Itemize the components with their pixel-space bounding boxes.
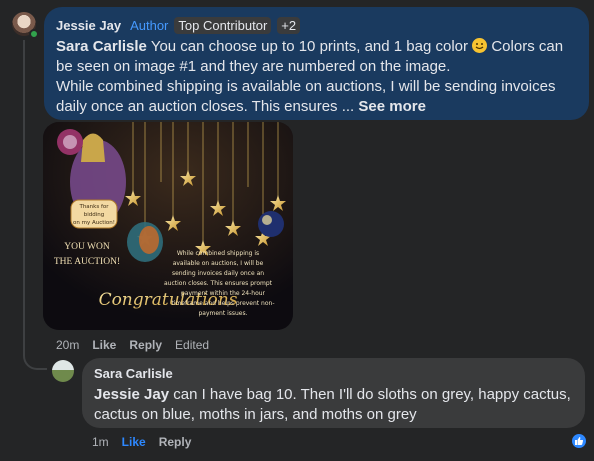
comment-timestamp[interactable]: 20m [56, 338, 79, 352]
thanks-line1: Thanks for [78, 204, 109, 210]
info-line1: While combined shipping is [177, 250, 259, 257]
comment-actions: 20m Like Reply Edited [56, 338, 209, 352]
comment-bubble-sara: Sara Carlisle Jessie Jay can I have bag … [82, 358, 585, 428]
see-more-link[interactable]: See more [358, 98, 426, 115]
comment-image-attachment[interactable]: Thanks for bidding on my Auction! YOU WO… [43, 122, 293, 330]
more-badges-count[interactable]: +2 [277, 16, 301, 34]
mention-jessie-jay[interactable]: Jessie Jay [94, 386, 169, 403]
reply-button[interactable]: Reply [129, 338, 162, 352]
comment-text-part3: While combined shipping is available on … [56, 78, 556, 115]
comment-header: Jessie Jay Author Top Contributor +2 [56, 15, 577, 35]
comment-author-name[interactable]: Jessie Jay [56, 18, 121, 33]
thread-connector [23, 340, 47, 370]
author-badge[interactable]: Author [130, 18, 168, 33]
comment-body: Sara Carlisle You can choose up to 10 pr… [56, 37, 577, 117]
like-reaction-icon[interactable] [570, 432, 588, 450]
smile-emoji-icon [472, 38, 488, 53]
info-line7: payment issues. [198, 310, 247, 317]
reply-timestamp[interactable]: 1m [92, 435, 109, 449]
top-contributor-badge[interactable]: Top Contributor [174, 16, 272, 34]
reply-reply-button[interactable]: Reply [159, 435, 192, 449]
won-line2: THE AUCTION! [54, 257, 120, 267]
info-line3: sending invoices daily once an [172, 270, 264, 277]
thread-line [23, 40, 25, 350]
reply-body: Jessie Jay can I have bag 10. Then I'll … [94, 385, 573, 425]
won-line1: YOU WON [64, 242, 110, 252]
comment-bubble-jessie: Jessie Jay Author Top Contributor +2 Sar… [44, 7, 589, 120]
thanks-line2: bidding [84, 212, 105, 218]
reply-actions: 1m Like Reply [92, 435, 191, 449]
reply-author-name[interactable]: Sara Carlisle [94, 366, 573, 381]
info-line5: payment within the 24-hour [181, 290, 266, 297]
reply-like-button[interactable]: Like [122, 435, 146, 449]
comment-text-part1: You can choose up to 10 prints, and 1 ba… [150, 38, 468, 55]
mention-sara-carlisle[interactable]: Sara Carlisle [56, 38, 147, 55]
like-button[interactable]: Like [92, 338, 116, 352]
online-status-dot [29, 29, 39, 39]
thanks-line3: on my Auction! [73, 220, 115, 226]
info-line6: timeframe and helps prevent non- [171, 300, 274, 307]
edited-label[interactable]: Edited [175, 338, 209, 352]
avatar-sara-carlisle[interactable] [52, 360, 74, 382]
info-line4: auction closes. This ensures prompt [164, 280, 273, 287]
info-line2: available on auctions, I will be [173, 260, 264, 267]
